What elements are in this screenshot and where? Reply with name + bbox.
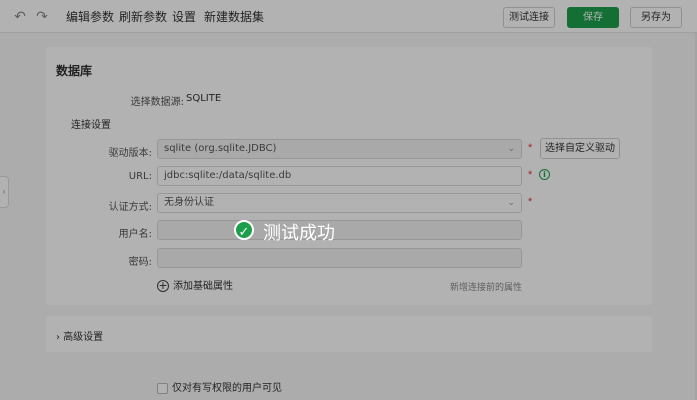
check-circle-icon: ✓ (234, 220, 254, 240)
modal-overlay (0, 0, 697, 400)
toast-message: 测试成功 (263, 223, 335, 244)
